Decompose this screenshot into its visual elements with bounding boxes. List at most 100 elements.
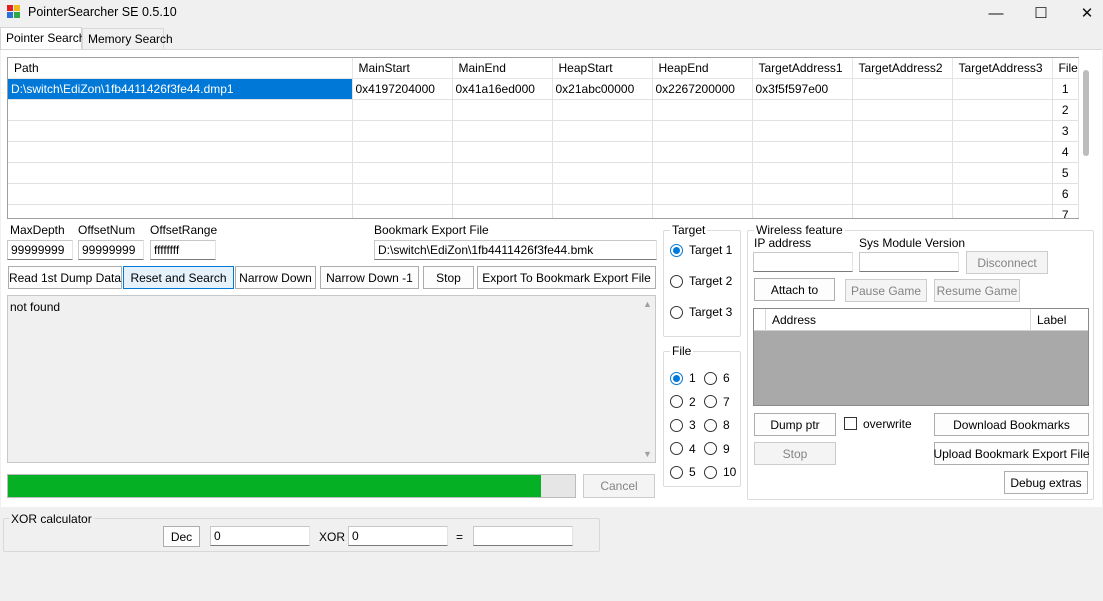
address-column-header[interactable]: Address xyxy=(772,313,816,327)
table-cell[interactable] xyxy=(452,141,553,163)
table-cell[interactable]: 0x3f5f597e00 xyxy=(752,78,853,100)
table-row[interactable]: 6 xyxy=(8,183,1079,205)
table-cell[interactable] xyxy=(652,162,753,184)
table-cell[interactable]: 4 xyxy=(1052,141,1079,163)
table-cell[interactable] xyxy=(352,183,453,205)
file-radio-2[interactable]: 2 xyxy=(670,395,696,409)
debug-extras-button[interactable]: Debug extras xyxy=(1004,471,1088,494)
wireless-stop-button[interactable]: Stop xyxy=(754,442,836,465)
file-radio-5[interactable]: 5 xyxy=(670,465,696,479)
table-cell[interactable] xyxy=(852,78,953,100)
table-cell[interactable] xyxy=(652,141,753,163)
table-cell[interactable] xyxy=(952,120,1053,142)
table-cell[interactable]: D:\switch\EdiZon\1fb4411426f3fe44.dmp1 xyxy=(8,78,353,100)
table-cell[interactable] xyxy=(752,183,853,205)
table-cell[interactable] xyxy=(452,204,553,218)
table-cell[interactable] xyxy=(752,162,853,184)
table-cell[interactable] xyxy=(752,120,853,142)
table-cell[interactable] xyxy=(8,162,353,184)
tab-pointer-search[interactable]: Pointer Search xyxy=(0,27,85,50)
table-cell[interactable]: 0x2267200000 xyxy=(652,78,753,100)
xor-result-input[interactable] xyxy=(473,526,573,546)
table-cell[interactable] xyxy=(852,183,953,205)
table-cell[interactable] xyxy=(652,99,753,121)
column-header-targetaddress3[interactable]: TargetAddress3 xyxy=(952,58,1053,79)
dump-ptr-button[interactable]: Dump ptr xyxy=(754,413,836,436)
column-header-path[interactable]: Path xyxy=(8,58,353,79)
radio-indicator[interactable] xyxy=(704,371,717,385)
table-cell[interactable] xyxy=(8,204,353,218)
radio-indicator[interactable] xyxy=(670,418,683,432)
table-cell[interactable] xyxy=(352,204,453,218)
table-cell[interactable] xyxy=(8,120,353,142)
table-cell[interactable] xyxy=(8,183,353,205)
table-cell[interactable] xyxy=(652,204,753,218)
target-radio-1[interactable]: Target 1 xyxy=(670,243,732,257)
table-cell[interactable] xyxy=(752,204,853,218)
file-radio-10[interactable]: 10 xyxy=(704,465,736,479)
table-cell[interactable] xyxy=(552,120,653,142)
scroll-up-icon[interactable]: ▲ xyxy=(643,299,652,309)
scroll-down-icon[interactable]: ▼ xyxy=(643,449,652,459)
bookmark-export-input[interactable]: D:\switch\EdiZon\1fb4411426f3fe44.bmk xyxy=(374,240,657,260)
table-cell[interactable] xyxy=(452,99,553,121)
table-cell[interactable] xyxy=(952,78,1053,100)
table-cell[interactable]: 6 xyxy=(1052,183,1079,205)
xor-operand-a-input[interactable]: 0 xyxy=(210,526,310,546)
column-header-file[interactable]: File xyxy=(1052,58,1079,79)
export-bookmark-button[interactable]: Export To Bookmark Export File xyxy=(477,266,656,289)
radio-indicator[interactable] xyxy=(670,274,683,288)
table-cell[interactable] xyxy=(652,120,753,142)
table-cell[interactable]: 0x21abc00000 xyxy=(552,78,653,100)
reset-search-button[interactable]: Reset and Search xyxy=(123,266,234,289)
table-cell[interactable] xyxy=(552,204,653,218)
attach-button[interactable]: Attach to xyxy=(754,278,835,301)
column-header-mainend[interactable]: MainEnd xyxy=(452,58,553,79)
minimize-button[interactable]: — xyxy=(973,0,1019,26)
cancel-button[interactable]: Cancel xyxy=(583,474,655,498)
table-cell[interactable] xyxy=(8,99,353,121)
table-cell[interactable] xyxy=(452,162,553,184)
table-cell[interactable] xyxy=(352,141,453,163)
table-cell[interactable] xyxy=(852,204,953,218)
table-row[interactable]: D:\switch\EdiZon\1fb4411426f3fe44.dmp1 0x… xyxy=(8,78,1079,100)
disconnect-button[interactable]: Disconnect xyxy=(966,251,1048,274)
maximize-button[interactable]: ☐ xyxy=(1018,0,1064,26)
table-cell[interactable] xyxy=(952,99,1053,121)
table-cell[interactable] xyxy=(852,120,953,142)
dump-grid[interactable]: Path MainStart MainEnd HeapStart HeapEnd Targ… xyxy=(7,57,1094,219)
table-cell[interactable]: 0x41a16ed000 xyxy=(452,78,553,100)
max-depth-input[interactable]: 99999999 xyxy=(7,240,73,260)
grid-scrollbar-thumb[interactable] xyxy=(1083,70,1089,156)
radio-indicator[interactable] xyxy=(670,305,683,319)
table-cell[interactable]: 5 xyxy=(1052,162,1079,184)
output-textbox[interactable]: not found xyxy=(7,295,656,463)
column-header-heapstart[interactable]: HeapStart xyxy=(552,58,653,79)
overwrite-checkbox[interactable] xyxy=(844,417,857,430)
radio-indicator[interactable] xyxy=(670,243,683,257)
target-radio-3[interactable]: Target 3 xyxy=(670,305,732,319)
column-header-targetaddress2[interactable]: TargetAddress2 xyxy=(852,58,953,79)
column-header-mainstart[interactable]: MainStart xyxy=(352,58,453,79)
table-cell[interactable] xyxy=(552,99,653,121)
table-cell[interactable] xyxy=(752,99,853,121)
offset-num-input[interactable]: 99999999 xyxy=(78,240,144,260)
file-radio-9[interactable]: 9 xyxy=(704,442,730,456)
table-cell[interactable] xyxy=(552,141,653,163)
table-cell[interactable] xyxy=(852,141,953,163)
column-header-targetaddress1[interactable]: TargetAddress1 xyxy=(752,58,853,79)
table-cell[interactable] xyxy=(952,141,1053,163)
pause-game-button[interactable]: Pause Game xyxy=(845,279,927,302)
dec-hex-toggle-button[interactable]: Dec xyxy=(163,526,200,547)
radio-indicator[interactable] xyxy=(704,465,717,479)
table-cell[interactable] xyxy=(952,183,1053,205)
radio-indicator[interactable] xyxy=(704,395,717,408)
resume-game-button[interactable]: Resume Game xyxy=(934,279,1020,302)
close-button[interactable]: ✕ xyxy=(1064,0,1103,26)
table-cell[interactable] xyxy=(352,120,453,142)
table-cell[interactable]: 0x4197204000 xyxy=(352,78,453,100)
tab-memory-search[interactable]: Memory Search xyxy=(82,28,173,49)
file-radio-3[interactable]: 3 xyxy=(670,418,696,432)
narrow-down-button[interactable]: Narrow Down xyxy=(235,266,316,289)
file-radio-7[interactable]: 7 xyxy=(704,395,730,409)
